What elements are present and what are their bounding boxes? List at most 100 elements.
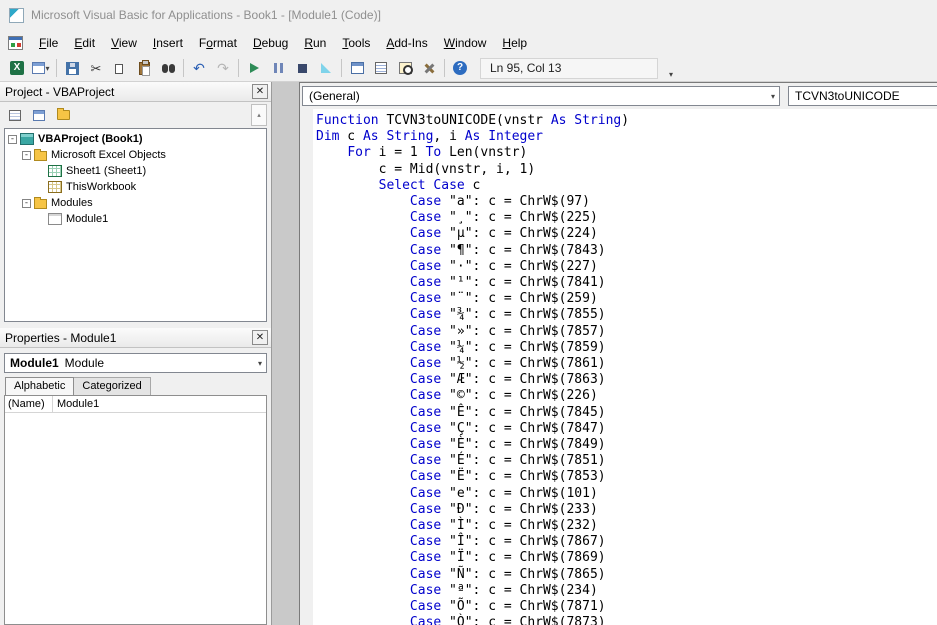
copy-button[interactable] [108,57,132,79]
toolbar-separator [183,59,184,77]
menu-tools[interactable]: Tools [334,33,378,53]
project-close-button[interactable]: ✕ [252,84,268,99]
redo-button[interactable]: ↷ [211,57,235,79]
project-panel-toolbar: ▴ [0,102,271,128]
tree-item-vbaproject-book1-[interactable]: - VBAProject (Book1) [5,131,266,147]
design-mode-button[interactable] [314,57,338,79]
view-code-button[interactable] [4,105,26,125]
code-line: Case "Ë": c = ChrW$(7853) [409,469,606,485]
code-line: Case "¨": c = ChrW$(259) [409,291,598,307]
properties-close-button[interactable]: ✕ [252,330,268,345]
chevron-down-icon: ▾ [770,91,775,101]
code-line: For i = 1 To Len(vnstr) [347,145,528,161]
project-explorer-button[interactable] [345,57,369,79]
code-editor[interactable]: Function TCVN3toUNICODE(vnstr As String)… [300,109,937,625]
tree-item-microsoft-excel-objects[interactable]: - Microsoft Excel Objects [5,147,266,163]
property-row[interactable]: (Name) Module1 [5,396,266,413]
menu-edit[interactable]: Edit [66,33,103,53]
code-line: Case "µ": c = ChrW$(224) [409,226,598,242]
expander-icon[interactable]: - [22,198,31,208]
break-button[interactable] [266,57,290,79]
code-line: Case "a": c = ChrW$(97) [409,194,590,210]
code-line: Case "¶": c = ChrW$(7843) [409,242,606,258]
code-line: Case "¾": c = ChrW$(7855) [409,307,606,323]
tree-item-label: Module1 [66,213,109,225]
save-icon [65,61,79,75]
tree-item-label: ThisWorkbook [66,181,137,193]
code-line: Case "¹": c = ChrW$(7841) [409,275,606,291]
view-microsoft-excel-button[interactable]: X [5,57,29,79]
chevron-down-icon: ▾ [45,63,50,73]
expander-icon[interactable]: - [8,134,17,144]
paste-button[interactable] [132,57,156,79]
menu-view[interactable]: View [103,33,145,53]
menu-insert[interactable]: Insert [145,33,191,53]
code-line: Case "Î": c = ChrW$(7867) [409,534,606,550]
redo-icon: ↷ [217,60,229,76]
insert-userform-button[interactable]: ▾ [29,57,53,79]
scissors-icon: ✂ [90,60,102,76]
standard-toolbar: X ▾ ✂ ↶ ↷ ? Ln 95, Col 13 ▾ [0,55,937,82]
project-explorer-panel: Project - VBAProject ✕ ▴ - VBAProject (Bo… [0,82,271,328]
menu-add-ins[interactable]: Add-Ins [378,33,435,53]
module-icon [48,213,62,225]
help-button[interactable]: ? [448,57,472,79]
tab-categorized[interactable]: Categorized [73,377,151,395]
binoculars-icon [161,63,175,73]
menu-format[interactable]: Format [191,33,245,53]
procedure-dropdown[interactable]: TCVN3toUNICODE [788,86,937,106]
menu-run[interactable]: Run [296,33,334,53]
find-button[interactable] [156,57,180,79]
save-button[interactable] [60,57,84,79]
properties-panel-header: Properties - Module1 ✕ [0,328,271,348]
code-line: c = Mid(vnstr, i, 1) [316,161,536,177]
properties-window-button[interactable] [369,57,393,79]
code-line: Case "e": c = ChrW$(101) [409,485,598,501]
object-browser-button[interactable] [393,57,417,79]
code-line: Case "Æ": c = ChrW$(7863) [409,372,606,388]
code-line: Case "É": c = ChrW$(7851) [409,453,606,469]
code-line: Case "ª": c = ChrW$(234) [409,582,598,598]
folder-icon [34,149,47,161]
stop-icon [297,63,307,73]
sheet-icon [48,165,62,177]
chevron-down-icon: ▾ [668,70,673,79]
margin-indicator-bar[interactable] [300,109,313,625]
object-select-combo[interactable]: Module1 Module ▾ [4,353,267,373]
clipboard-icon [138,59,150,76]
toolbar-separator [341,59,342,77]
expander-icon[interactable]: - [22,150,31,160]
properties-icon [375,62,387,74]
tree-item-modules[interactable]: - Modules [5,195,266,211]
toolbar-options-button[interactable]: ▾ [664,57,678,79]
code-line: Case "½": c = ChrW$(7861) [409,356,606,372]
tree-scroll-up-button[interactable]: ▴ [251,104,267,126]
project-panel-header: Project - VBAProject ✕ [0,82,271,102]
code-line: Case "Ì": c = ChrW$(232) [409,518,598,534]
toolbox-button[interactable] [417,57,441,79]
copy-icon [115,60,129,74]
toggle-folders-button[interactable] [52,105,74,125]
menu-debug[interactable]: Debug [245,33,296,53]
undo-button[interactable]: ↶ [187,57,211,79]
tree-item-sheet1-sheet1-[interactable]: Sheet1 (Sheet1) [5,163,266,179]
object-dropdown[interactable]: (General) ▾ [302,86,780,106]
excel-icon: X [10,61,24,75]
menu-help[interactable]: Help [494,33,535,53]
menu-file[interactable]: File [31,33,66,53]
code-line: Case "©": c = ChrW$(226) [409,388,598,404]
view-object-button[interactable] [28,105,50,125]
tab-alphabetic[interactable]: Alphabetic [5,377,75,395]
code-window-icon[interactable] [8,35,23,50]
menu-window[interactable]: Window [436,33,495,53]
tree-item-thisworkbook[interactable]: ThisWorkbook [5,179,266,195]
properties-panel-title: Properties - Module1 [5,330,117,345]
run-sub-button[interactable] [242,57,266,79]
reset-button[interactable] [290,57,314,79]
properties-panel: Properties - Module1 ✕ Module1 Module ▾ … [0,328,271,625]
property-value[interactable]: Module1 [53,396,266,412]
tree-item-module1[interactable]: Module1 [5,211,266,227]
tree-item-label: Microsoft Excel Objects [51,149,166,161]
cut-button[interactable]: ✂ [84,57,108,79]
vba-app-icon [9,7,24,23]
